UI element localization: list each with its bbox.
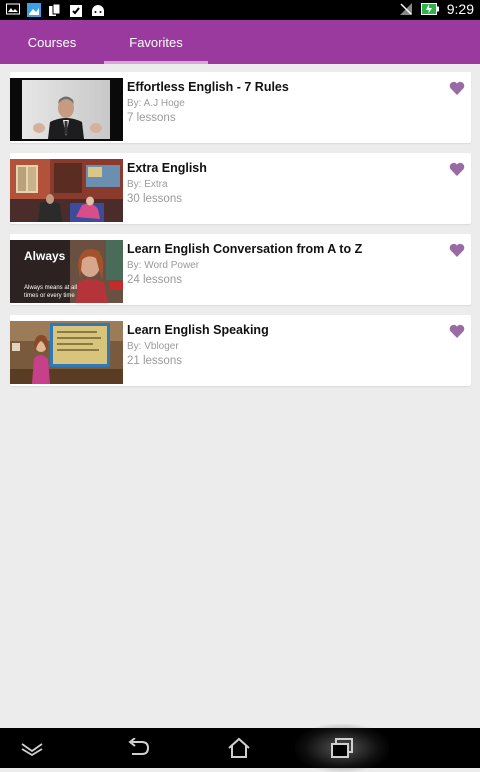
back-arrow-icon — [128, 738, 150, 755]
lesson-count: 24 lessons — [127, 274, 182, 286]
course-thumbnail — [10, 321, 123, 384]
favorite-heart-icon[interactable] — [449, 324, 465, 338]
course-title: Learn English Conversation from A to Z — [127, 242, 363, 256]
system-status: 9:29 — [399, 1, 474, 17]
back-button[interactable] — [108, 728, 168, 768]
tab-favorites[interactable]: Favorites — [104, 20, 208, 64]
home-icon — [228, 737, 250, 758]
battery-charging-icon — [420, 3, 439, 15]
lesson-count: 7 lessons — [127, 112, 176, 124]
no-signal-icon — [399, 3, 412, 15]
course-author: By: Word Power — [127, 260, 200, 271]
course-title: Learn English Speaking — [127, 323, 269, 337]
course-card[interactable]: Learn English Speaking By: Vbloger 21 le… — [10, 315, 471, 386]
favorites-list: Effortless English - 7 Rules By: A.J Hog… — [10, 72, 471, 396]
course-author: By: Vbloger — [127, 341, 179, 352]
course-title: Extra English — [127, 161, 207, 175]
thumbnail-word: Always — [24, 249, 66, 263]
lesson-count: 30 lessons — [127, 193, 182, 205]
course-card[interactable]: Extra English By: Extra 30 lessons — [10, 153, 471, 224]
cards-icon — [49, 3, 61, 16]
favorite-heart-icon[interactable] — [449, 81, 465, 95]
navigation-bar — [0, 724, 480, 772]
photo-icon — [27, 3, 41, 17]
notification-icons — [6, 3, 106, 17]
recent-apps-icon — [331, 738, 353, 758]
hide-nav-button[interactable] — [2, 728, 62, 768]
course-card[interactable]: Effortless English - 7 Rules By: A.J Hog… — [10, 72, 471, 143]
tab-bar: Courses Favorites — [0, 20, 480, 64]
android-icon — [92, 5, 104, 16]
favorite-heart-icon[interactable] — [449, 162, 465, 176]
recent-apps-button[interactable] — [312, 728, 372, 768]
favorite-heart-icon[interactable] — [449, 243, 465, 257]
course-thumbnail: Always Always means at all times or ever… — [10, 240, 123, 303]
lesson-count: 21 lessons — [127, 355, 182, 367]
tab-courses[interactable]: Courses — [0, 20, 104, 64]
course-thumbnail — [10, 159, 123, 222]
course-author: By: A.J Hoge — [127, 98, 185, 109]
home-button[interactable] — [209, 728, 269, 768]
course-card[interactable]: Always Always means at all times or ever… — [10, 234, 471, 305]
course-author: By: Extra — [127, 179, 168, 190]
course-thumbnail — [10, 78, 123, 141]
gallery-icon — [6, 3, 20, 15]
clipboard-check-icon — [70, 5, 82, 17]
clock: 9:29 — [446, 1, 474, 17]
course-title: Effortless English - 7 Rules — [127, 80, 289, 94]
status-bar: 9:29 — [0, 0, 480, 20]
chevron-down-icon — [21, 743, 43, 756]
